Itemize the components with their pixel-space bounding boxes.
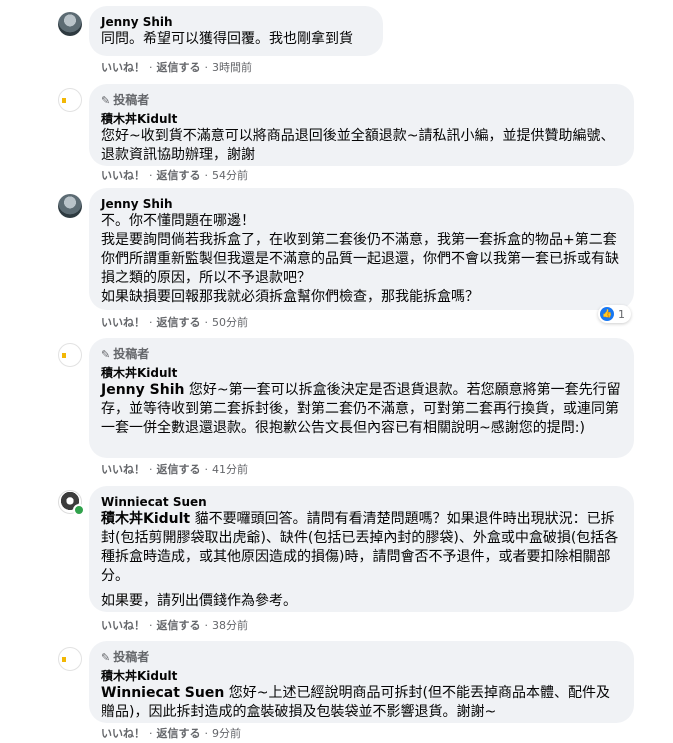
like-button[interactable]: いいね！	[101, 316, 145, 329]
author-badge: ✎ 投稿者	[101, 650, 150, 664]
comment-text: 同問。希望可以獲得回覆。我也剛拿到貨	[101, 31, 353, 47]
comment-author[interactable]: Jenny Shih	[101, 196, 622, 212]
comment-time[interactable]: 9分前	[212, 727, 241, 740]
comment-text: Jenny Shih 您好~第一套可以拆盒後決定是否退貨退款。若您願意將第一套先…	[101, 382, 621, 436]
reply-button[interactable]: 返信する	[157, 619, 201, 632]
logo-square-icon	[62, 353, 66, 358]
comment-actions: いいね！ · 返信する · 9分前	[101, 727, 241, 740]
logo-square-icon	[62, 657, 66, 662]
pencil-icon: ✎	[101, 94, 111, 107]
comment-author[interactable]: Jenny Shih	[101, 14, 371, 30]
avatar[interactable]	[58, 12, 82, 36]
avatar[interactable]	[58, 88, 82, 112]
comment-bubble: ✎ 投稿者 積木丼Kidult Jenny Shih 您好~第一套可以拆盒後決定是…	[89, 338, 634, 458]
comment-time[interactable]: 50分前	[212, 316, 248, 329]
comment-actions: いいね！ · 返信する · 54分前	[101, 169, 248, 182]
reply-button[interactable]: 返信する	[157, 727, 201, 740]
comment-bubble: Jenny Shih 不。你不懂問題在哪邊！ 我是要詢問倘若我拆盒了，在收到第二…	[89, 188, 634, 310]
reply-button[interactable]: 返信する	[157, 61, 201, 74]
comment-actions: いいね！ · 返信する · 3時間前	[101, 61, 252, 74]
reply-button[interactable]: 返信する	[157, 316, 201, 329]
comment-text-2: 如果要，請列出價錢作為參考。	[101, 593, 297, 609]
like-button[interactable]: いいね！	[101, 619, 145, 632]
avatar[interactable]	[58, 343, 82, 367]
pencil-icon: ✎	[101, 651, 111, 664]
comment-actions: いいね！ · 返信する · 50分前	[101, 316, 248, 329]
comment-time[interactable]: 38分前	[212, 619, 248, 632]
comment-text: 積木丼Kidult 貓不要囉頭回答。請問有看清楚問題嗎？如果退件時出現狀況：已拆…	[101, 511, 619, 584]
comment-time[interactable]: 3時間前	[212, 61, 252, 74]
comment-bubble: Winniecat Suen 積木丼Kidult 貓不要囉頭回答。請問有看清楚問…	[89, 486, 634, 612]
comment-text: Winniecat Suen 您好~上述已經說明商品可拆封(但不能丟掉商品本體、…	[101, 685, 610, 720]
logo-square-icon	[62, 98, 66, 103]
comment-author[interactable]: 積木丼Kidult	[101, 668, 622, 684]
pencil-icon: ✎	[101, 348, 111, 361]
like-button[interactable]: いいね！	[101, 727, 145, 740]
like-icon: 👍	[600, 307, 614, 321]
mention[interactable]: Winniecat Suen	[101, 685, 224, 701]
comment-text: 不。你不懂問題在哪邊！ 我是要詢問倘若我拆盒了，在收到第二套後仍不滿意，我第一套…	[101, 213, 619, 305]
like-button[interactable]: いいね！	[101, 169, 145, 182]
comment-bubble: Jenny Shih 同問。希望可以獲得回覆。我也剛拿到貨	[89, 6, 383, 56]
comment-bubble: ✎ 投稿者 積木丼Kidult Winniecat Suen 您好~上述已經說明商…	[89, 641, 634, 723]
reply-button[interactable]: 返信する	[157, 463, 201, 476]
comment-text: 您好~收到貨不滿意可以將商品退回後並全額退款~請私訊小編，並提供贊助編號、退款資…	[101, 128, 615, 163]
avatar[interactable]	[58, 194, 82, 218]
reply-button[interactable]: 返信する	[157, 169, 201, 182]
comment-author[interactable]: 積木丼Kidult	[101, 111, 622, 127]
mention[interactable]: 積木丼Kidult	[101, 511, 190, 527]
online-status-icon	[73, 504, 85, 516]
comment-author[interactable]: Winniecat Suen	[101, 494, 622, 510]
comment-time[interactable]: 54分前	[212, 169, 248, 182]
mention[interactable]: Jenny Shih	[101, 382, 184, 398]
author-badge: ✎ 投稿者	[101, 347, 150, 361]
reaction-count[interactable]: 👍 1	[598, 305, 631, 323]
like-button[interactable]: いいね！	[101, 61, 145, 74]
like-button[interactable]: いいね！	[101, 463, 145, 476]
comment-actions: いいね！ · 返信する · 38分前	[101, 619, 248, 632]
author-badge: ✎ 投稿者	[101, 93, 150, 107]
comment-bubble: ✎ 投稿者 積木丼Kidult 您好~收到貨不滿意可以將商品退回後並全額退款~請私…	[89, 84, 634, 166]
avatar[interactable]	[58, 647, 82, 671]
comment-actions: いいね！ · 返信する · 41分前	[101, 463, 248, 476]
comment-time[interactable]: 41分前	[212, 463, 248, 476]
comment-author[interactable]: 積木丼Kidult	[101, 365, 622, 381]
